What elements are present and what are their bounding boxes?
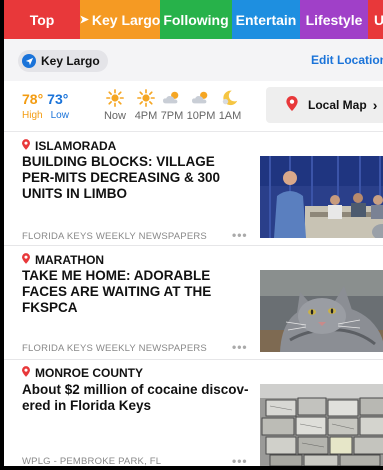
location-bar: Key Largo Edit Location <box>4 39 383 82</box>
map-pin-icon <box>22 366 30 380</box>
tab-top[interactable]: Top <box>4 0 80 39</box>
tab-label: Top <box>29 11 55 28</box>
high-temp: 78° <box>22 91 44 107</box>
tab-partial[interactable]: U <box>368 0 383 39</box>
local-map-label: Local Map <box>308 98 367 112</box>
article-place: ISLAMORADA <box>22 139 116 153</box>
more-options-icon[interactable]: ••• <box>232 228 248 242</box>
article-headline[interactable]: About $2 million of cocaine discov-ered … <box>22 382 250 414</box>
map-pin-icon <box>22 139 30 153</box>
tab-entertain[interactable]: Entertain <box>232 0 300 39</box>
article-card[interactable]: ISLAMORADA BUILDING BLOCKS: VILLAGE PER-… <box>4 132 383 246</box>
article-place: MONROE COUNTY <box>22 366 143 380</box>
low-label: Low <box>50 110 69 121</box>
gray-cat-photo[interactable] <box>260 270 383 352</box>
village-council-meeting-photo[interactable] <box>260 156 383 238</box>
seized-cocaine-bricks-photo[interactable] <box>260 384 383 466</box>
forecast-1am: 1AM <box>210 89 250 122</box>
moon-icon <box>210 89 250 107</box>
temperature-summary: 78° 73° High Low <box>22 91 69 121</box>
location-pill[interactable]: Key Largo <box>18 50 108 72</box>
article-headline[interactable]: TAKE ME HOME: ADORABLE FACES ARE WAITING… <box>22 268 250 316</box>
weather-widget[interactable]: 78° 73° High Low Now 4PM 7PM 10PM 1AM Lo… <box>4 81 383 132</box>
article-place: MARATHON <box>22 253 104 267</box>
tab-label: Entertain <box>235 11 297 28</box>
category-tab-bar: Top ➤ Key Largo Following Entertain Life… <box>4 0 383 39</box>
map-pin-icon <box>286 96 298 114</box>
location-name: Key Largo <box>41 54 100 68</box>
edit-location-link[interactable]: Edit Location <box>311 53 383 67</box>
article-source: FLORIDA KEYS WEEKLY NEWSPAPERS <box>22 231 207 242</box>
news-app-screen: Top ➤ Key Largo Following Entertain Life… <box>0 0 383 470</box>
map-pin-icon <box>22 253 30 267</box>
article-source: FLORIDA KEYS WEEKLY NEWSPAPERS <box>22 343 207 354</box>
article-source: WPLG - PEMBROKE PARK, FL <box>22 456 162 467</box>
tab-label: Lifestyle <box>305 11 363 28</box>
tab-lifestyle[interactable]: Lifestyle <box>300 0 368 39</box>
more-options-icon[interactable]: ••• <box>232 454 248 466</box>
article-card[interactable]: MONROE COUNTY About $2 million of cocain… <box>4 360 383 467</box>
tab-label: Following <box>163 11 229 28</box>
article-card[interactable]: MARATHON TAKE ME HOME: ADORABLE FACES AR… <box>4 246 383 360</box>
location-arrow-icon: ➤ <box>80 14 89 26</box>
tab-key-largo[interactable]: ➤ Key Largo <box>80 0 160 39</box>
more-options-icon[interactable]: ••• <box>232 340 248 354</box>
local-map-button[interactable]: Local Map › <box>266 87 383 123</box>
article-headline[interactable]: BUILDING BLOCKS: VILLAGE PER-MITS DECREA… <box>22 154 250 202</box>
chevron-right-icon: › <box>372 97 378 113</box>
tab-label: U <box>374 12 383 28</box>
tab-label: Key Largo <box>91 11 160 28</box>
tab-following[interactable]: Following <box>160 0 232 39</box>
location-arrow-icon <box>22 54 36 68</box>
high-label: High <box>22 110 43 121</box>
low-temp: 73° <box>47 91 69 107</box>
